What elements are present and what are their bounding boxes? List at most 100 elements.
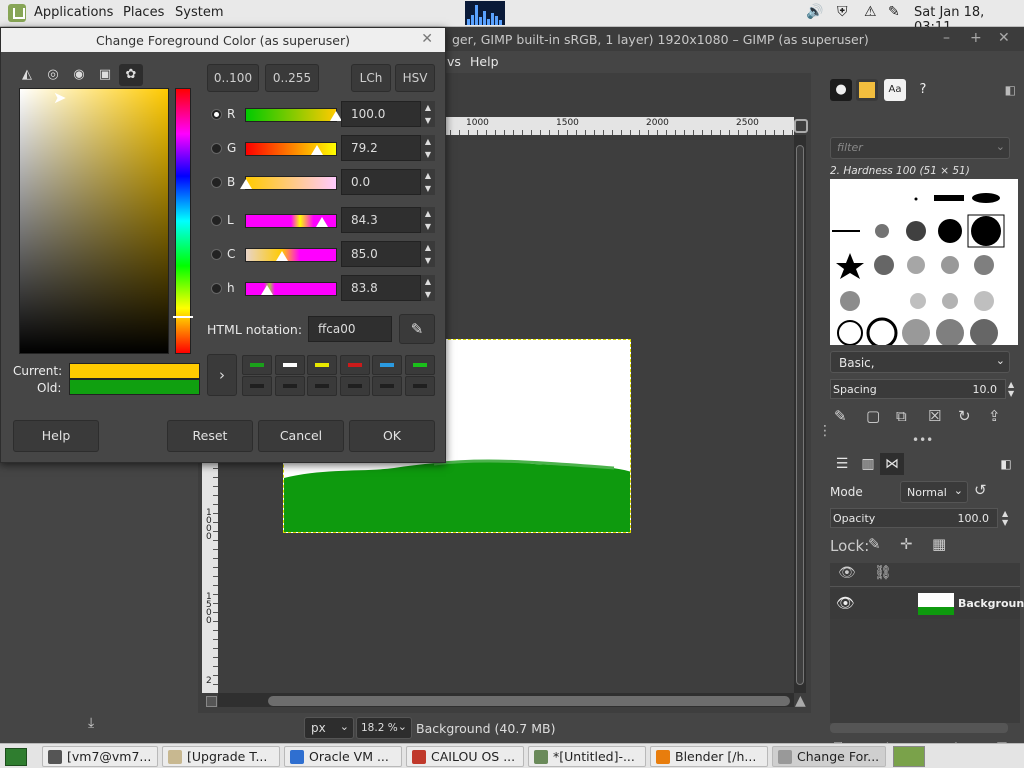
menu-places[interactable]: Places bbox=[123, 5, 164, 20]
history-color-swatch[interactable] bbox=[274, 355, 305, 375]
taskbar-item[interactable]: [vm7@vm7... bbox=[42, 746, 158, 767]
slider-marker[interactable] bbox=[276, 251, 288, 261]
navigate-arrow-icon[interactable]: ▲ bbox=[795, 693, 806, 709]
saturation-value-square[interactable] bbox=[19, 88, 169, 354]
layer-name[interactable]: Background bbox=[958, 597, 1024, 610]
alert-icon[interactable]: ⚠ bbox=[864, 4, 877, 20]
show-desktop-icon[interactable] bbox=[5, 748, 27, 766]
tab-fonts[interactable]: Aa bbox=[884, 79, 906, 101]
lch-button[interactable]: LCh bbox=[351, 64, 391, 92]
history-color-swatch[interactable] bbox=[404, 376, 435, 396]
range-0-100-button[interactable]: 0..100 bbox=[207, 64, 259, 92]
horizontal-scroll-thumb[interactable] bbox=[268, 696, 790, 706]
menu-applications[interactable]: Applications bbox=[34, 5, 113, 20]
mint-menu-icon[interactable] bbox=[8, 4, 26, 22]
cmyk-selector-icon[interactable]: ▣ bbox=[93, 64, 117, 86]
navigate-icon[interactable] bbox=[794, 119, 808, 133]
history-color-swatch[interactable] bbox=[339, 355, 370, 375]
duplicate-brush-icon[interactable]: ⧉ bbox=[896, 407, 907, 425]
lock-pixels-icon[interactable]: ✎ bbox=[868, 535, 881, 553]
channel-slider[interactable] bbox=[245, 248, 337, 262]
old-color-swatch[interactable] bbox=[69, 379, 200, 395]
history-color-swatch[interactable] bbox=[404, 355, 435, 375]
channel-slider[interactable] bbox=[245, 108, 342, 122]
palette-selector-icon[interactable]: ✿ bbox=[119, 64, 143, 86]
ok-button[interactable]: OK bbox=[349, 420, 435, 452]
html-notation-input[interactable]: ffca00 bbox=[308, 316, 392, 342]
refresh-brushes-icon[interactable]: ↻ bbox=[958, 407, 971, 425]
dock-separator[interactable]: ••• bbox=[912, 433, 933, 447]
vertical-scroll-thumb[interactable] bbox=[796, 145, 804, 685]
system-monitor-icon[interactable] bbox=[465, 1, 505, 25]
history-expander-icon[interactable]: › bbox=[207, 354, 237, 396]
dock-resize-handle[interactable]: ⋮ bbox=[818, 423, 832, 439]
wheel-selector-icon[interactable]: ◎ bbox=[41, 64, 65, 86]
reset-button[interactable]: Reset bbox=[167, 420, 253, 452]
channel-radio[interactable] bbox=[211, 215, 222, 226]
history-color-swatch[interactable] bbox=[372, 376, 402, 396]
watercolor-selector-icon[interactable]: ◉ bbox=[67, 64, 91, 86]
history-color-swatch[interactable] bbox=[372, 355, 402, 375]
history-color-swatch[interactable] bbox=[307, 355, 337, 375]
mode-select[interactable]: Normal ⌄ bbox=[900, 481, 968, 503]
help-button[interactable]: Help bbox=[13, 420, 99, 452]
minimize-icon[interactable]: – bbox=[943, 30, 950, 46]
menu-system[interactable]: System bbox=[175, 5, 223, 20]
hue-marker[interactable] bbox=[173, 316, 193, 318]
spacing-spinner[interactable]: Spacing 10.0 bbox=[830, 379, 1006, 399]
history-color-swatch[interactable] bbox=[307, 376, 337, 396]
layer-row[interactable]: 👁 Background bbox=[830, 589, 1024, 619]
spin-arrows-icon[interactable]: ▲ ▼ bbox=[421, 135, 435, 161]
new-brush-icon[interactable]: ▢ bbox=[866, 407, 880, 425]
menu-windows[interactable]: vs bbox=[447, 54, 461, 69]
tab-help-icon[interactable]: ? bbox=[912, 79, 934, 101]
history-color-swatch[interactable] bbox=[274, 376, 305, 396]
range-0-255-button[interactable]: 0..255 bbox=[265, 64, 319, 92]
network-icon[interactable]: ✎ bbox=[888, 4, 900, 20]
spin-arrows-icon[interactable]: ▲ ▼ bbox=[421, 241, 435, 267]
channel-slider[interactable] bbox=[240, 176, 337, 190]
close-icon[interactable]: ✕ bbox=[421, 31, 433, 47]
hsv-button[interactable]: HSV bbox=[395, 64, 435, 92]
layers-scrollbar[interactable] bbox=[830, 723, 1008, 733]
shield-icon[interactable]: ⛨ bbox=[837, 4, 848, 20]
spin-arrows-icon[interactable]: ▲ ▼ bbox=[1008, 380, 1014, 398]
eye-icon[interactable]: 👁 bbox=[836, 594, 855, 612]
workspace-switcher[interactable] bbox=[893, 746, 925, 767]
channel-radio[interactable] bbox=[211, 109, 222, 120]
channel-slider[interactable] bbox=[245, 142, 337, 156]
delete-brush-icon[interactable]: ☒ bbox=[928, 407, 941, 425]
channel-slider[interactable] bbox=[245, 282, 337, 296]
history-color-swatch[interactable] bbox=[339, 376, 370, 396]
channel-radio[interactable] bbox=[211, 177, 222, 188]
taskbar-item[interactable]: CAILOU OS ... bbox=[406, 746, 524, 767]
maximize-icon[interactable]: + bbox=[970, 30, 982, 46]
export-icon[interactable]: ⤓ bbox=[88, 715, 94, 731]
color-picker-icon[interactable]: ✎ bbox=[399, 314, 435, 344]
channel-value[interactable]: 85.0 bbox=[341, 241, 421, 267]
gimp-selector-icon[interactable]: ◭ bbox=[15, 64, 39, 86]
spin-arrows-icon[interactable]: ▲ ▼ bbox=[421, 207, 435, 233]
cancel-button[interactable]: Cancel bbox=[258, 420, 344, 452]
channel-radio[interactable] bbox=[211, 143, 222, 154]
spin-arrows-icon[interactable]: ▲ ▼ bbox=[1002, 509, 1008, 527]
taskbar-item[interactable]: *[Untitled]-... bbox=[528, 746, 646, 767]
tab-channels-icon[interactable]: ▥ bbox=[856, 453, 880, 475]
lock-alpha-icon[interactable]: ▦ bbox=[932, 535, 946, 553]
tab-layers-icon[interactable]: ☰ bbox=[830, 453, 854, 475]
slider-marker[interactable] bbox=[240, 179, 252, 189]
spin-arrows-icon[interactable]: ▲ ▼ bbox=[421, 169, 435, 195]
channel-radio[interactable] bbox=[211, 249, 222, 260]
taskbar-item[interactable]: Oracle VM ... bbox=[284, 746, 402, 767]
taskbar-item[interactable]: Change For... bbox=[772, 746, 886, 767]
opacity-spinner[interactable]: Opacity 100.0 bbox=[830, 508, 998, 528]
history-color-swatch[interactable] bbox=[242, 355, 272, 375]
channel-value[interactable]: 83.8 bbox=[341, 275, 421, 301]
channel-value[interactable]: 100.0 bbox=[341, 101, 421, 127]
channel-slider[interactable] bbox=[245, 214, 337, 228]
channel-value[interactable]: 84.3 bbox=[341, 207, 421, 233]
history-color-swatch[interactable] bbox=[242, 376, 272, 396]
hue-strip[interactable] bbox=[175, 88, 191, 354]
quick-mask-toggle[interactable] bbox=[206, 696, 217, 707]
current-color-swatch[interactable] bbox=[69, 363, 200, 379]
